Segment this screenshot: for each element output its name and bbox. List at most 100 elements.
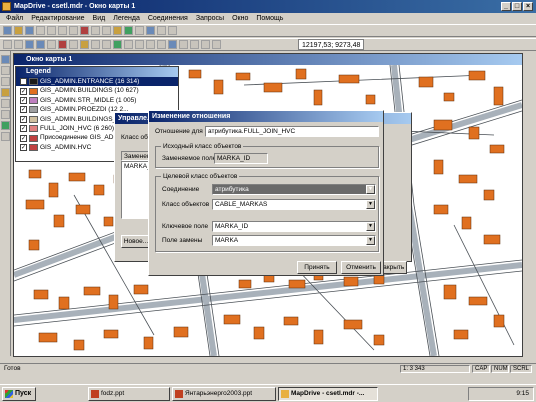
- tool-symbol-icon[interactable]: [0, 132, 10, 141]
- maximize-button[interactable]: □: [512, 2, 522, 11]
- label-icon[interactable]: [102, 40, 111, 49]
- measure-icon[interactable]: [91, 40, 100, 49]
- connection-select[interactable]: атрибутика ▼: [212, 184, 376, 195]
- visibility-checkbox[interactable]: ✓: [20, 106, 27, 114]
- num-indicator: NUM: [491, 365, 509, 373]
- visibility-checkbox[interactable]: ✓: [20, 134, 27, 142]
- replace-field-select[interactable]: MARKA ▼: [212, 235, 376, 246]
- accept-button[interactable]: Принять: [297, 261, 337, 274]
- menu-connections[interactable]: Соединения: [148, 13, 188, 24]
- visibility-checkbox[interactable]: ✓: [20, 125, 27, 133]
- legend-item[interactable]: ✓ GIS_ADMIN.STR_MIDLE (1 005): [16, 96, 178, 105]
- visibility-checkbox[interactable]: ✓: [20, 143, 27, 151]
- column-header[interactable]: Заменен...: [121, 151, 156, 161]
- undo-icon[interactable]: [91, 26, 100, 35]
- replace-field-label: Поле замены: [162, 237, 203, 244]
- chevron-down-icon[interactable]: ▼: [366, 200, 375, 209]
- connection-label: Соединение: [162, 186, 200, 193]
- full-extent-icon[interactable]: [69, 40, 78, 49]
- edit-icon[interactable]: [113, 40, 122, 49]
- legend-item-label: GIS_ADMIN.STR_MIDLE (1 005): [40, 96, 137, 104]
- minimize-button[interactable]: _: [501, 2, 511, 11]
- edit-relation-title: Изменение отношения: [149, 111, 383, 122]
- copy-icon[interactable]: [58, 26, 67, 35]
- save-icon[interactable]: [25, 26, 34, 35]
- legend-item[interactable]: ✓ GIS_ADMIN.BUILDINGS (10 627): [16, 86, 178, 95]
- polygon-icon[interactable]: [135, 40, 144, 49]
- cancel-button[interactable]: Отменить: [341, 261, 381, 274]
- tool-select-icon[interactable]: [0, 55, 10, 64]
- table-icon[interactable]: [146, 26, 155, 35]
- help-icon[interactable]: [168, 26, 177, 35]
- legend-item[interactable]: ✓ GIS_ADMIN.ENTRANCE (16 314): [16, 77, 178, 87]
- cut-icon[interactable]: [47, 26, 56, 35]
- tool-polyline-icon[interactable]: [0, 77, 10, 86]
- pan-icon[interactable]: [47, 40, 56, 49]
- info-icon[interactable]: [80, 40, 89, 49]
- start-button[interactable]: Пуск: [2, 387, 36, 401]
- caps-indicator: CAP: [472, 365, 490, 373]
- visibility-checkbox[interactable]: ✓: [20, 115, 27, 123]
- menu-queries[interactable]: Запросы: [196, 13, 224, 24]
- visibility-checkbox[interactable]: ✓: [20, 96, 27, 104]
- chevron-down-icon[interactable]: ▼: [366, 222, 375, 231]
- layer-swatch-icon: [29, 87, 38, 95]
- redo-icon[interactable]: [102, 26, 111, 35]
- menu-help[interactable]: Помощь: [256, 13, 283, 24]
- zoom-out-icon[interactable]: [36, 40, 45, 49]
- paste-icon[interactable]: [69, 26, 78, 35]
- export-icon[interactable]: [212, 40, 221, 49]
- new-relation-button[interactable]: Новое...: [121, 235, 151, 248]
- menu-file[interactable]: Файл: [6, 13, 23, 24]
- target-class-group: Целевой класс объектов Соединение атрибу…: [155, 172, 379, 252]
- tool-rectangle-icon[interactable]: [0, 99, 10, 108]
- tool-text-icon[interactable]: [0, 121, 10, 130]
- menu-legend[interactable]: Легенда: [113, 13, 140, 24]
- legend-item-label: FULL_JOIN_HVC (6 260): [40, 124, 115, 132]
- line-icon[interactable]: [146, 40, 155, 49]
- refresh-icon[interactable]: [124, 26, 133, 35]
- print-layout-icon[interactable]: [201, 40, 210, 49]
- edit-relation-dialog: Изменение отношения Отношение для атрибу…: [148, 110, 384, 276]
- taskbar: Пуск fodz.ppt Янтарьэнерго2003.ppt MapDr…: [0, 384, 536, 402]
- taskbar-item-active[interactable]: MapDrive - csetl.mdr -...: [278, 387, 378, 401]
- visibility-checkbox[interactable]: ✓: [20, 87, 27, 95]
- layer-swatch-icon: [29, 125, 38, 133]
- tool-circle-icon[interactable]: [0, 110, 10, 119]
- query-icon[interactable]: [157, 26, 166, 35]
- select-icon[interactable]: [14, 40, 23, 49]
- vertex-icon[interactable]: [124, 40, 133, 49]
- visibility-checkbox[interactable]: ✓: [20, 78, 27, 86]
- layer-icon[interactable]: [113, 26, 122, 35]
- taskbar-item[interactable]: fodz.ppt: [88, 387, 170, 401]
- class-select[interactable]: CABLE_MARKAS ▼: [212, 199, 376, 210]
- chevron-down-icon[interactable]: ▼: [366, 185, 375, 194]
- menu-window[interactable]: Окно: [232, 13, 248, 24]
- menu-edit[interactable]: Редактирование: [31, 13, 84, 24]
- text-icon[interactable]: [190, 40, 199, 49]
- menu-view[interactable]: Вид: [93, 13, 106, 24]
- cross-icon[interactable]: [58, 40, 67, 49]
- tool-polygon-icon[interactable]: [0, 88, 10, 97]
- layer-swatch-icon: [29, 134, 38, 142]
- grid-icon[interactable]: [135, 26, 144, 35]
- close-button[interactable]: ×: [523, 2, 533, 11]
- taskbar-item[interactable]: Янтарьэнерго2003.ppt: [172, 387, 276, 401]
- relations-list[interactable]: MARKA_ID: [121, 161, 157, 219]
- print-icon[interactable]: [36, 26, 45, 35]
- buffer-icon[interactable]: [179, 40, 188, 49]
- snap-icon[interactable]: [168, 40, 177, 49]
- pointer-icon[interactable]: [3, 40, 12, 49]
- tool-line-icon[interactable]: [0, 66, 10, 75]
- new-icon[interactable]: [3, 26, 12, 35]
- point-icon[interactable]: [157, 40, 166, 49]
- chevron-down-icon[interactable]: ▼: [366, 236, 375, 245]
- zoom-in-icon[interactable]: [25, 40, 34, 49]
- menu-bar: Файл Редактирование Вид Легенда Соединен…: [0, 13, 536, 24]
- coordinates-readout: 12197,53; 9273,48: [298, 39, 365, 50]
- windows-logo-icon: [5, 390, 13, 398]
- start-label: Пуск: [15, 390, 32, 397]
- delete-icon[interactable]: [80, 26, 89, 35]
- open-icon[interactable]: [14, 26, 23, 35]
- key-field-select[interactable]: MARKA_ID ▼: [212, 221, 376, 232]
